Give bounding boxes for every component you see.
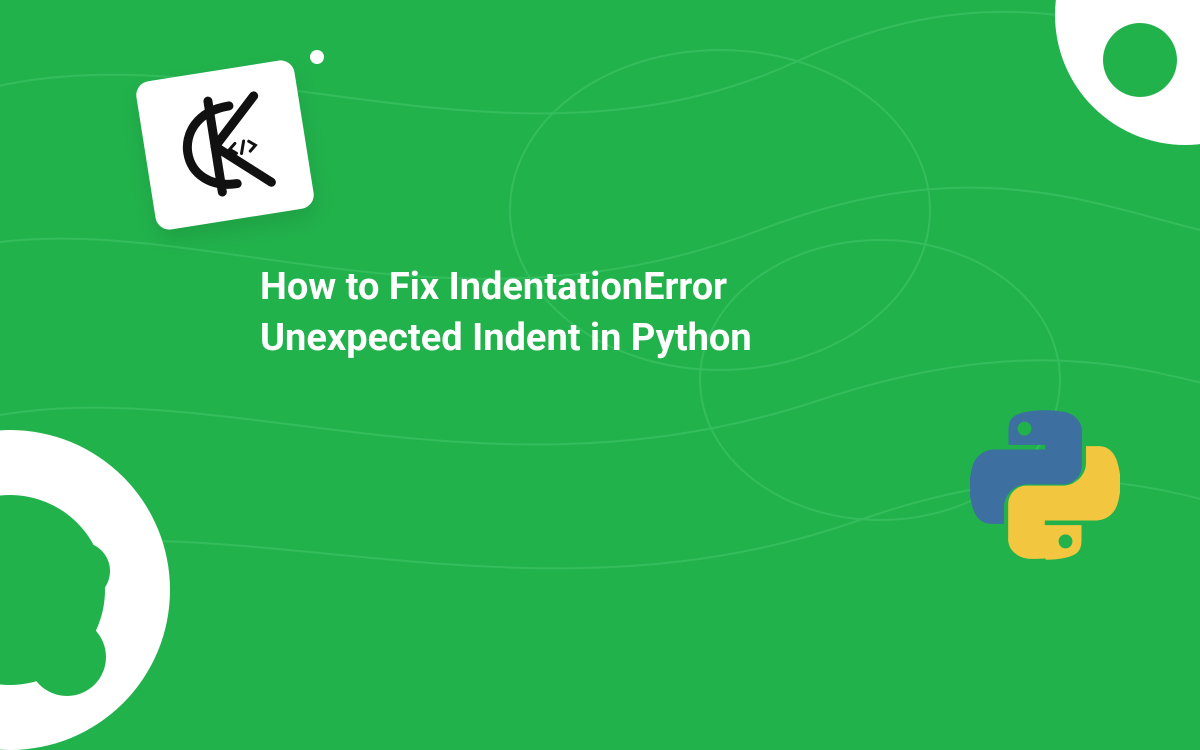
k-monogram-icon bbox=[156, 76, 293, 213]
title-line-1: How to Fix IndentationError bbox=[260, 265, 727, 309]
python-icon bbox=[970, 410, 1120, 560]
title-line-2: Unexpected Indent in Python bbox=[260, 316, 752, 360]
brand-logo-card bbox=[134, 58, 315, 231]
logo-accent-dot bbox=[310, 50, 324, 64]
page-title: How to Fix IndentationError Unexpected I… bbox=[260, 262, 752, 365]
